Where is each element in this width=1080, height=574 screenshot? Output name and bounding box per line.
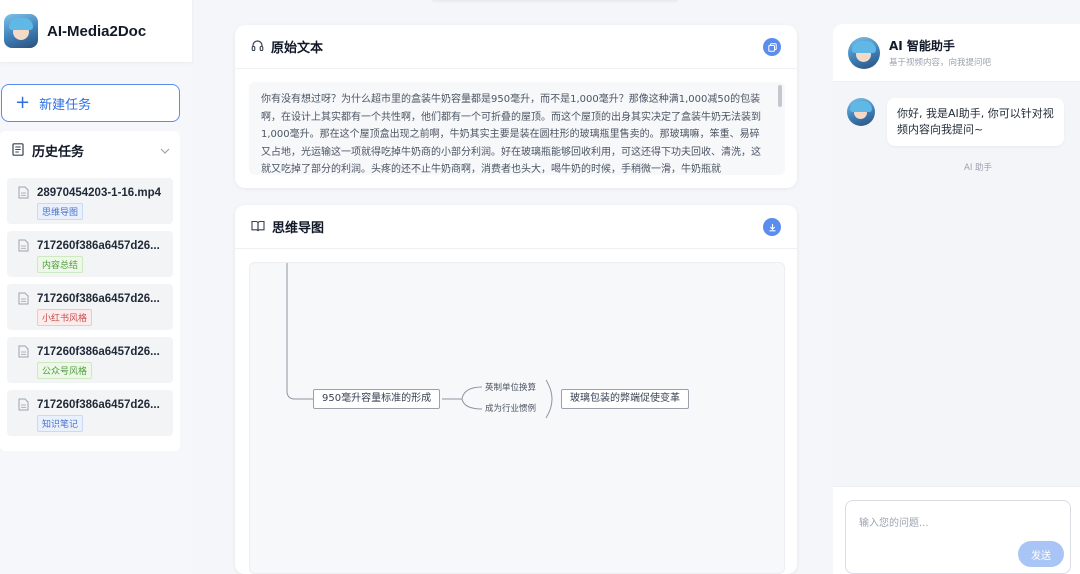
mindmap-result-node[interactable]: 玻璃包装的弊端促使变革: [561, 389, 689, 409]
download-icon: [768, 217, 777, 236]
history-item-tag: 小红书风格: [37, 309, 93, 326]
history-item-tag: 思维导图: [37, 203, 84, 220]
history-item-name: 717260f386a6457d26...: [37, 345, 160, 358]
mindmap-canvas[interactable]: 950毫升容量标准的形成 英制单位换算 成为行业惯例 玻璃包装的弊端促使变革: [249, 262, 785, 574]
history-item-name: 717260f386a6457d26...: [37, 239, 160, 252]
chat-title: AI 智能助手: [889, 39, 955, 53]
sidebar: AI-Media2Doc + 新建任务 历史任务 28970454203-1-1…: [0, 0, 192, 574]
assistant-avatar: [848, 36, 880, 69]
logo-avatar: [4, 14, 38, 48]
chat-subtitle: 基于视频内容，向我提问吧: [889, 58, 992, 68]
file-icon: [18, 186, 29, 199]
mindmap-branch-node[interactable]: 成为行业惯例: [485, 402, 536, 414]
mindmap-branch-node[interactable]: 英制单位换算: [485, 381, 536, 393]
new-task-label: 新建任务: [39, 97, 92, 113]
brand-header: AI-Media2Doc: [0, 0, 192, 62]
file-icon: [18, 398, 29, 411]
mindmap-title: 思维导图: [272, 221, 325, 236]
copy-button[interactable]: [763, 37, 781, 56]
message-sender: AI 助手: [964, 163, 993, 173]
document-icon: [12, 141, 24, 160]
original-text-card: 原始文本 你有没有想过呀？为什么超市里的盒装牛奶容量都是950毫升，而不是1,0…: [235, 25, 797, 188]
copy-icon: [767, 37, 777, 56]
mindmap-connectors: [286, 263, 553, 419]
history-item-tag: 公众号风格: [37, 362, 93, 379]
download-button[interactable]: [763, 217, 781, 236]
history-item[interactable]: 717260f386a6457d26... 知识笔记: [7, 390, 173, 436]
message-bubble: 你好, 我是AI助手, 你可以针对视频内容向我提问~: [887, 98, 1064, 146]
history-item-tag: 内容总结: [37, 256, 84, 273]
file-icon: [18, 345, 29, 358]
brand-name: AI-Media2Doc: [47, 22, 147, 40]
book-icon: [251, 217, 265, 236]
history-item[interactable]: 717260f386a6457d26... 小红书风格: [7, 284, 173, 330]
new-task-button[interactable]: + 新建任务: [1, 84, 180, 122]
history-item-name: 717260f386a6457d26...: [37, 292, 160, 305]
original-text-header: 原始文本: [235, 25, 797, 69]
send-button[interactable]: 发送: [1018, 541, 1064, 567]
history-item[interactable]: 717260f386a6457d26... 内容总结: [7, 231, 173, 277]
chevron-down-icon[interactable]: [160, 144, 170, 157]
question-placeholder: 输入您的问题...: [859, 518, 929, 529]
chat-composer: 输入您的问题... 发送: [833, 486, 1080, 574]
headphones-icon: [251, 37, 264, 56]
history-item-name: 717260f386a6457d26...: [37, 398, 160, 411]
history-item[interactable]: 28970454203-1-16.mp4 思维导图: [7, 178, 173, 224]
mindmap-main-node[interactable]: 950毫升容量标准的形成: [313, 389, 441, 409]
file-icon: [18, 239, 29, 252]
chat-panel: AI 智能助手 基于视频内容，向我提问吧 你好, 我是AI助手, 你可以针对视频…: [833, 24, 1080, 574]
history-item-tag: 知识笔记: [37, 415, 84, 432]
chat-message: 你好, 我是AI助手, 你可以针对视频内容向我提问~: [847, 98, 1064, 146]
scrollbar[interactable]: [778, 85, 782, 107]
history-title: 历史任务: [32, 144, 85, 160]
assistant-avatar: [847, 98, 875, 126]
original-text-title: 原始文本: [271, 41, 324, 56]
mindmap-header: 思维导图: [235, 205, 797, 249]
mindmap-card: 思维导图 950毫升容量标准的形成 英制单位换算 成为行业惯例 玻璃包装的弊端促…: [235, 205, 797, 574]
original-text-box[interactable]: 你有没有想过呀？为什么超市里的盒装牛奶容量都是950毫升，而不是1,000毫升？…: [249, 82, 785, 175]
history-item[interactable]: 717260f386a6457d26... 公众号风格: [7, 337, 173, 383]
history-list: 28970454203-1-16.mp4 思维导图 717260f386a645…: [0, 169, 180, 436]
question-input[interactable]: 输入您的问题... 发送: [845, 500, 1071, 574]
file-icon: [18, 292, 29, 305]
history-panel: 历史任务 28970454203-1-16.mp4 思维导图 717260f38…: [0, 131, 180, 451]
chat-header: AI 智能助手 基于视频内容，向我提问吧: [833, 24, 1080, 82]
history-item-name: 28970454203-1-16.mp4: [37, 186, 162, 199]
plus-icon: +: [15, 92, 31, 113]
original-text-content: 你有没有想过呀？为什么超市里的盒装牛奶容量都是950毫升，而不是1,000毫升？…: [261, 94, 761, 175]
history-header[interactable]: 历史任务: [0, 131, 180, 169]
top-shadow: [432, 0, 678, 4]
